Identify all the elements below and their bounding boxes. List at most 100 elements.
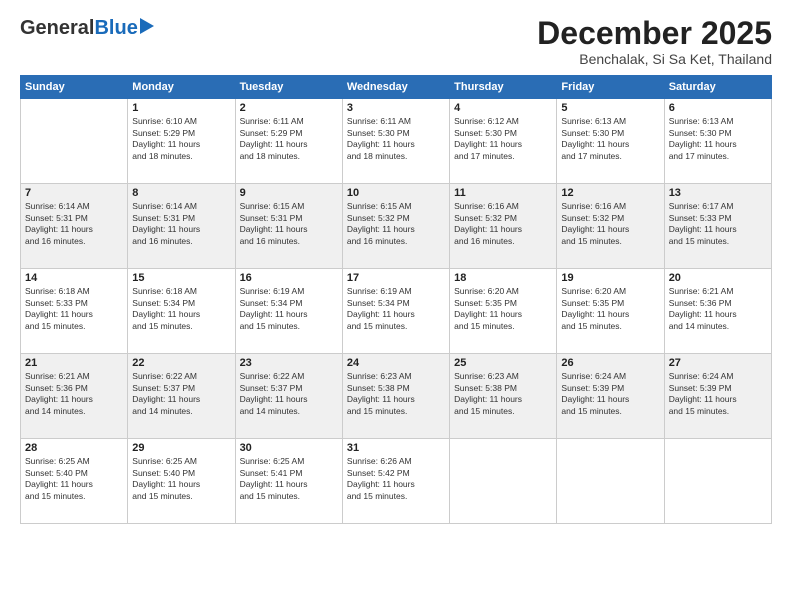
day-number: 12 (561, 187, 659, 199)
day-info: Sunrise: 6:22 AMSunset: 5:37 PMDaylight:… (240, 371, 338, 417)
day-number: 20 (669, 272, 767, 284)
table-row: 29Sunrise: 6:25 AMSunset: 5:40 PMDayligh… (128, 439, 235, 524)
day-info: Sunrise: 6:15 AMSunset: 5:31 PMDaylight:… (240, 201, 338, 247)
day-number: 13 (669, 187, 767, 199)
day-number: 22 (132, 357, 230, 369)
day-info: Sunrise: 6:21 AMSunset: 5:36 PMDaylight:… (669, 286, 767, 332)
table-row: 8Sunrise: 6:14 AMSunset: 5:31 PMDaylight… (128, 184, 235, 269)
table-row: 2 Sunrise: 6:11 AMSunset: 5:29 PMDaylight… (235, 99, 342, 184)
day-info: Sunrise: 6:11 AMSunset: 5:30 PMDaylight:… (347, 116, 445, 162)
table-row: 23 Sunrise: 6:22 AMSunset: 5:37 PMDayligh… (235, 354, 342, 439)
day-number: 25 (454, 357, 552, 369)
day-number: 15 (132, 272, 230, 284)
table-row: 25Sunrise: 6:23 AMSunset: 5:38 PMDayligh… (450, 354, 557, 439)
month-title: December 2025 (537, 16, 772, 51)
day-info: Sunrise: 6:16 AMSunset: 5:32 PMDaylight:… (454, 201, 552, 247)
table-row: 3 Sunrise: 6:11 AMSunset: 5:30 PMDaylight… (342, 99, 449, 184)
header: General Blue December 2025 Benchalak, Si… (20, 16, 772, 67)
day-number: 30 (240, 442, 338, 454)
day-info: Sunrise: 6:23 AMSunset: 5:38 PMDaylight:… (347, 371, 445, 417)
col-tuesday: Tuesday (235, 76, 342, 99)
table-row: 20 Sunrise: 6:21 AMSunset: 5:36 PMDayligh… (664, 269, 771, 354)
calendar-week-row: 1Sunrise: 6:10 AMSunset: 5:29 PMDaylight… (21, 99, 772, 184)
day-info: Sunrise: 6:25 AMSunset: 5:40 PMDaylight:… (25, 456, 123, 502)
logo-general: General (20, 17, 94, 40)
day-number: 26 (561, 357, 659, 369)
day-number: 16 (240, 272, 338, 284)
table-row: 7Sunrise: 6:14 AMSunset: 5:31 PMDaylight… (21, 184, 128, 269)
calendar-table: Sunday Monday Tuesday Wednesday Thursday… (20, 75, 772, 524)
day-number: 3 (347, 102, 445, 114)
day-number: 11 (454, 187, 552, 199)
table-row: 15Sunrise: 6:18 AMSunset: 5:34 PMDayligh… (128, 269, 235, 354)
day-number: 21 (25, 357, 123, 369)
table-row: 12Sunrise: 6:16 AMSunset: 5:32 PMDayligh… (557, 184, 664, 269)
day-info: Sunrise: 6:21 AMSunset: 5:36 PMDaylight:… (25, 371, 123, 417)
col-thursday: Thursday (450, 76, 557, 99)
day-number: 8 (132, 187, 230, 199)
col-sunday: Sunday (21, 76, 128, 99)
day-info: Sunrise: 6:18 AMSunset: 5:33 PMDaylight:… (25, 286, 123, 332)
day-info: Sunrise: 6:20 AMSunset: 5:35 PMDaylight:… (561, 286, 659, 332)
table-row: 14 Sunrise: 6:18 AMSunset: 5:33 PMDayligh… (21, 269, 128, 354)
page: General Blue December 2025 Benchalak, Si… (0, 0, 792, 612)
day-info: Sunrise: 6:25 AMSunset: 5:40 PMDaylight:… (132, 456, 230, 502)
table-row: 27Sunrise: 6:24 AMSunset: 5:39 PMDayligh… (664, 354, 771, 439)
day-number: 10 (347, 187, 445, 199)
day-info: Sunrise: 6:11 AMSunset: 5:29 PMDaylight:… (240, 116, 338, 162)
table-row (557, 439, 664, 524)
table-row: 16 Sunrise: 6:19 AMSunset: 5:34 PMDayligh… (235, 269, 342, 354)
logo-arrow-icon (140, 16, 156, 36)
day-number: 6 (669, 102, 767, 114)
day-info: Sunrise: 6:19 AMSunset: 5:34 PMDaylight:… (240, 286, 338, 332)
logo: General Blue (20, 16, 156, 40)
day-info: Sunrise: 6:24 AMSunset: 5:39 PMDaylight:… (669, 371, 767, 417)
calendar-week-row: 21 Sunrise: 6:21 AMSunset: 5:36 PMDayligh… (21, 354, 772, 439)
table-row: 9 Sunrise: 6:15 AMSunset: 5:31 PMDaylight… (235, 184, 342, 269)
col-wednesday: Wednesday (342, 76, 449, 99)
day-number: 2 (240, 102, 338, 114)
table-row: 1Sunrise: 6:10 AMSunset: 5:29 PMDaylight… (128, 99, 235, 184)
day-number: 4 (454, 102, 552, 114)
day-info: Sunrise: 6:19 AMSunset: 5:34 PMDaylight:… (347, 286, 445, 332)
day-number: 28 (25, 442, 123, 454)
day-info: Sunrise: 6:22 AMSunset: 5:37 PMDaylight:… (132, 371, 230, 417)
day-number: 9 (240, 187, 338, 199)
day-info: Sunrise: 6:13 AMSunset: 5:30 PMDaylight:… (669, 116, 767, 162)
day-number: 14 (25, 272, 123, 284)
table-row: 30 Sunrise: 6:25 AMSunset: 5:41 PMDayligh… (235, 439, 342, 524)
table-row: 26Sunrise: 6:24 AMSunset: 5:39 PMDayligh… (557, 354, 664, 439)
calendar-week-row: 28 Sunrise: 6:25 AMSunset: 5:40 PMDayligh… (21, 439, 772, 524)
table-row (21, 99, 128, 184)
calendar-week-row: 14 Sunrise: 6:18 AMSunset: 5:33 PMDayligh… (21, 269, 772, 354)
day-info: Sunrise: 6:13 AMSunset: 5:30 PMDaylight:… (561, 116, 659, 162)
table-row: 11 Sunrise: 6:16 AMSunset: 5:32 PMDayligh… (450, 184, 557, 269)
calendar-header-row: Sunday Monday Tuesday Wednesday Thursday… (21, 76, 772, 99)
day-info: Sunrise: 6:20 AMSunset: 5:35 PMDaylight:… (454, 286, 552, 332)
col-saturday: Saturday (664, 76, 771, 99)
table-row: 17Sunrise: 6:19 AMSunset: 5:34 PMDayligh… (342, 269, 449, 354)
table-row: 24 Sunrise: 6:23 AMSunset: 5:38 PMDayligh… (342, 354, 449, 439)
table-row (664, 439, 771, 524)
day-number: 5 (561, 102, 659, 114)
table-row: 28 Sunrise: 6:25 AMSunset: 5:40 PMDayligh… (21, 439, 128, 524)
table-row: 6 Sunrise: 6:13 AMSunset: 5:30 PMDaylight… (664, 99, 771, 184)
day-info: Sunrise: 6:15 AMSunset: 5:32 PMDaylight:… (347, 201, 445, 247)
table-row: 4Sunrise: 6:12 AMSunset: 5:30 PMDaylight… (450, 99, 557, 184)
day-number: 23 (240, 357, 338, 369)
day-number: 31 (347, 442, 445, 454)
table-row (450, 439, 557, 524)
day-number: 24 (347, 357, 445, 369)
calendar-week-row: 7Sunrise: 6:14 AMSunset: 5:31 PMDaylight… (21, 184, 772, 269)
table-row: 5 Sunrise: 6:13 AMSunset: 5:30 PMDaylight… (557, 99, 664, 184)
col-friday: Friday (557, 76, 664, 99)
title-area: December 2025 Benchalak, Si Sa Ket, Thai… (537, 16, 772, 67)
table-row: 19Sunrise: 6:20 AMSunset: 5:35 PMDayligh… (557, 269, 664, 354)
day-info: Sunrise: 6:25 AMSunset: 5:41 PMDaylight:… (240, 456, 338, 502)
day-info: Sunrise: 6:10 AMSunset: 5:29 PMDaylight:… (132, 116, 230, 162)
day-info: Sunrise: 6:17 AMSunset: 5:33 PMDaylight:… (669, 201, 767, 247)
day-info: Sunrise: 6:26 AMSunset: 5:42 PMDaylight:… (347, 456, 445, 502)
table-row: 31 Sunrise: 6:26 AMSunset: 5:42 PMDayligh… (342, 439, 449, 524)
table-row: 18Sunrise: 6:20 AMSunset: 5:35 PMDayligh… (450, 269, 557, 354)
table-row: 21 Sunrise: 6:21 AMSunset: 5:36 PMDayligh… (21, 354, 128, 439)
